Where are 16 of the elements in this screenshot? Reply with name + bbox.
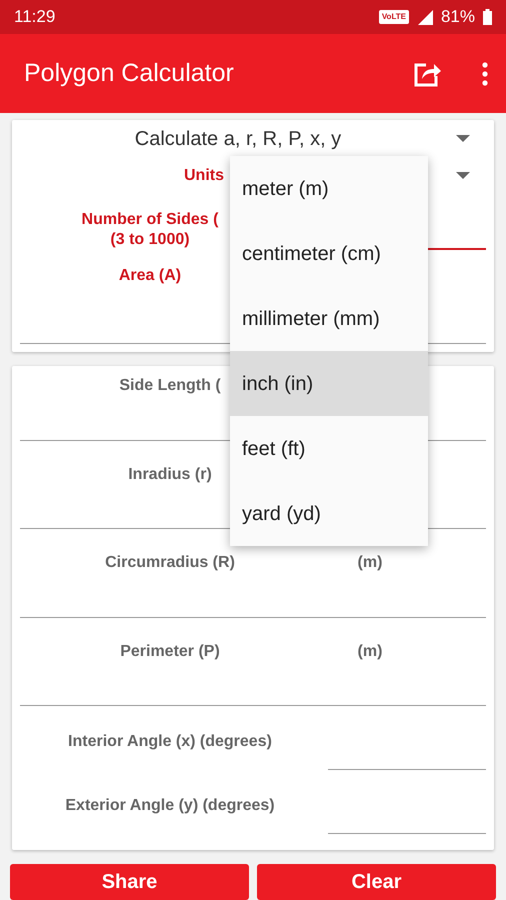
status-time: 11:29 [14, 6, 56, 28]
result-label: Interior Angle (x) (degrees) [68, 733, 272, 750]
result-label: Exterior Angle (y) (degrees) [65, 797, 275, 814]
unit-label: (m) [358, 642, 382, 660]
sides-label: Number of Sides ( [80, 210, 220, 230]
result-label: Side Length ( [119, 377, 221, 394]
result-label: Circumradius (R) [105, 554, 235, 571]
unit-label: (m) [358, 554, 382, 571]
battery-level: 81% [440, 6, 475, 28]
result-label: Inradius (r) [128, 466, 212, 482]
app-title: Polygon Calculator [24, 58, 234, 89]
result-label: Perimeter (P) [120, 642, 220, 660]
sides-range-label: (3 to 1000) [109, 230, 191, 250]
network-badge: VoLTE [378, 10, 409, 24]
units-label: Units [184, 167, 224, 184]
area-label: Area (A) [118, 266, 182, 286]
